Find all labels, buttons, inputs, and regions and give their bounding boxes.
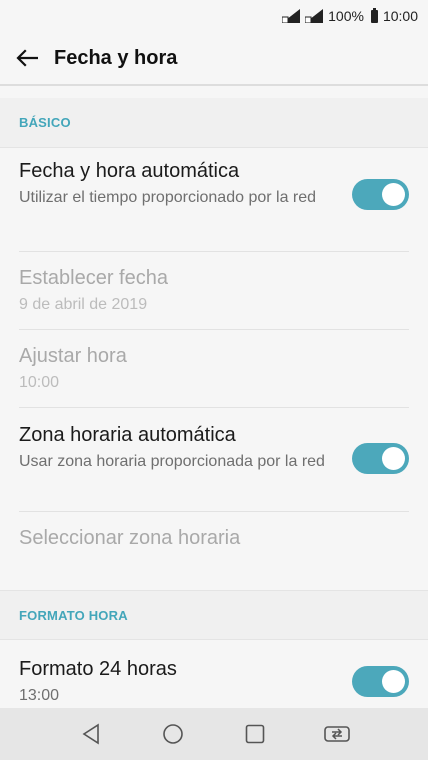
auto-timezone-toggle[interactable]: [352, 443, 409, 474]
app-bar: Fecha y hora: [0, 32, 428, 86]
triangle-back-icon: [82, 723, 99, 745]
auto-datetime-toggle[interactable]: [352, 179, 409, 210]
setting-title: Ajustar hora: [19, 345, 127, 367]
setting-auto-datetime[interactable]: Fecha y hora automática Utilizar el tiem…: [0, 148, 428, 252]
setting-24h-format[interactable]: Formato 24 horas 13:00: [0, 640, 428, 708]
setting-subtitle: Usar zona horaria proporcionada por la r…: [19, 453, 325, 470]
setting-subtitle: Utilizar el tiempo proporcionado por la …: [19, 189, 317, 206]
back-button[interactable]: [0, 31, 54, 85]
setting-subtitle: 13:00: [19, 687, 60, 704]
nav-back-button[interactable]: [71, 714, 111, 754]
setting-select-timezone[interactable]: Seleccionar zona horaria: [0, 512, 428, 590]
section-header-time-format: FORMATO HORA: [0, 590, 428, 640]
page-title: Fecha y hora: [54, 46, 178, 69]
setting-auto-timezone[interactable]: Zona horaria automática Usar zona horari…: [0, 408, 428, 512]
square-recents-icon: [245, 724, 265, 744]
arrow-left-icon: [16, 49, 38, 67]
nav-switch-sim-button[interactable]: [317, 714, 357, 754]
nav-recents-button[interactable]: [235, 714, 275, 754]
status-bar: 100% 10:00: [0, 0, 428, 32]
circle-home-icon: [163, 724, 183, 744]
setting-subtitle: 9 de abril de 2019: [19, 296, 148, 313]
toggle-knob: [382, 447, 405, 470]
navigation-bar: [0, 708, 428, 760]
toggle-knob: [382, 670, 405, 693]
setting-title: Establecer fecha: [19, 267, 168, 289]
24h-format-toggle[interactable]: [352, 666, 409, 697]
toggle-knob: [382, 183, 405, 206]
dual-window-switch-icon: [324, 726, 350, 742]
battery-icon: [370, 7, 378, 23]
setting-title: Zona horaria automática: [19, 424, 236, 446]
setting-subtitle: 10:00: [19, 374, 60, 391]
setting-title: Fecha y hora automática: [19, 160, 240, 182]
nav-home-button[interactable]: [153, 714, 193, 754]
setting-title: Seleccionar zona horaria: [19, 527, 241, 549]
clock: 10:00: [382, 8, 418, 24]
setting-set-date[interactable]: Establecer fecha 9 de abril de 2019: [0, 252, 428, 330]
section-header-basic: BÁSICO: [0, 98, 428, 148]
setting-set-time[interactable]: Ajustar hora 10:00: [0, 330, 428, 408]
signal-sim1-icon: [282, 9, 302, 23]
signal-sim2-icon: [305, 9, 325, 23]
battery-percent: 100%: [328, 8, 364, 24]
